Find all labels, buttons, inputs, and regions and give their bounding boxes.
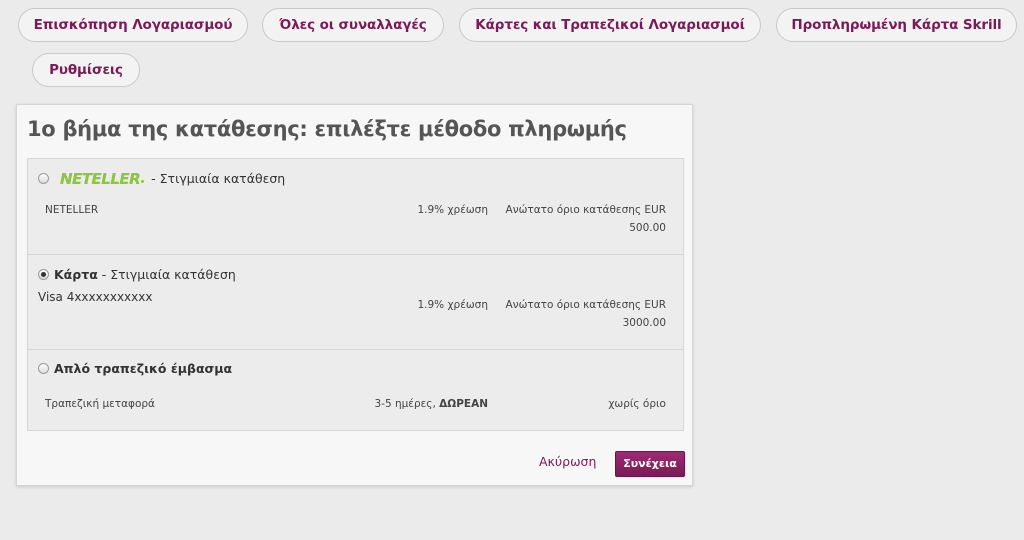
page-title: 1ο βήμα της κατάθεσης: επιλέξτε μέθοδο π… [27, 117, 627, 141]
card-limit-label: Ανώτατο όριο κατάθεσης EUR [505, 299, 666, 311]
tab-settings[interactable]: Ρυθμίσεις [32, 53, 140, 87]
neteller-logo-dot [141, 180, 145, 183]
deposit-card: 1ο βήμα της κατάθεσης: επιλέξτε μέθοδο π… [16, 104, 693, 486]
tab-skrill-prepaid-card[interactable]: Προπληρωμένη Κάρτα Skrill [776, 8, 1017, 42]
tab-all-transactions[interactable]: Όλες οι συναλλαγές [262, 8, 444, 42]
cancel-link[interactable]: Ακύρωση [539, 454, 596, 469]
continue-button[interactable]: Συνέχεια [615, 451, 685, 477]
tab-account-overview[interactable]: Επισκόπηση Λογαριασμού [18, 8, 248, 42]
neteller-suffix: - Στιγμιαία κατάθεση [147, 171, 286, 186]
bank-transfer-name: Τραπεζική μεταφορά [45, 398, 155, 410]
radio-card[interactable] [38, 269, 49, 280]
bank-transfer-limit: χωρίς όριο [608, 398, 666, 410]
payment-method-neteller[interactable]: NETELLER - Στιγμιαία κατάθεση NETELLER 1… [28, 159, 683, 255]
payment-method-list: NETELLER - Στιγμιαία κατάθεση NETELLER 1… [27, 158, 684, 431]
payment-method-card[interactable]: Κάρτα - Στιγμιαία κατάθεση Visa 4xxxxxxx… [28, 255, 683, 350]
neteller-logo: NETELLER [60, 170, 141, 188]
bank-transfer-duration: 3-5 ημέρες, ΔΩΡΕΑΝ [348, 398, 488, 410]
card-title: Κάρτα - Στιγμιαία κατάθεση [54, 267, 236, 282]
neteller-limit-label: Ανώτατο όριο κατάθεσης EUR [505, 204, 666, 216]
bank-transfer-duration-text: 3-5 ημέρες, [374, 398, 440, 410]
neteller-name: NETELLER [45, 204, 99, 216]
card-suffix: - Στιγμιαία κατάθεση [97, 267, 236, 282]
card-fee: 1.9% χρέωση [417, 299, 488, 311]
payment-method-bank-transfer[interactable]: Απλό τραπεζικό έμβασμα Τραπεζική μεταφορ… [28, 350, 683, 430]
neteller-limit-value: 500.00 [629, 222, 666, 234]
bank-transfer-title-strong: Απλό τραπεζικό έμβασμα [54, 361, 233, 376]
radio-bank-transfer[interactable] [38, 363, 49, 374]
neteller-fee: 1.9% χρέωση [417, 204, 488, 216]
radio-neteller[interactable] [38, 173, 49, 184]
neteller-title: NETELLER - Στιγμιαία κατάθεση [60, 170, 285, 188]
bank-transfer-title: Απλό τραπεζικό έμβασμα [54, 361, 232, 376]
bank-transfer-free: ΔΩΡΕΑΝ [439, 398, 488, 410]
tab-cards-and-bank-accounts[interactable]: Κάρτες και Τραπεζικοί Λογαριασμοί [459, 8, 761, 42]
card-limit-value: 3000.00 [622, 317, 666, 329]
card-detail: Visa 4xxxxxxxxxxx [38, 290, 153, 304]
card-title-strong: Κάρτα [54, 267, 98, 282]
